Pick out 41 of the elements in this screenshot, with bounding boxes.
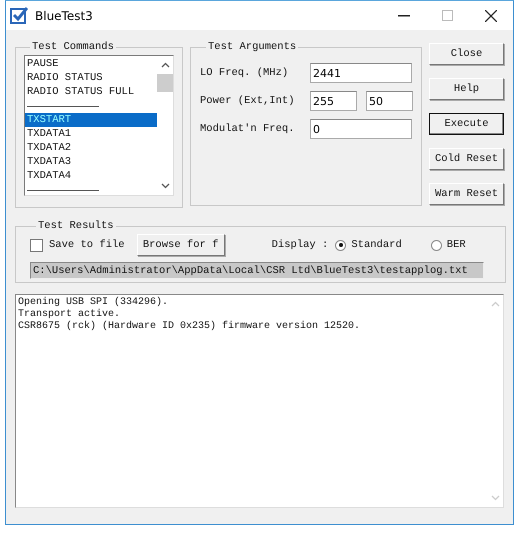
- field-label: Power (Ext,Int): [200, 95, 296, 107]
- checkbox-logo-icon: [10, 6, 28, 24]
- close-icon[interactable]: [485, 10, 497, 22]
- checkbox-label[interactable]: Save to file: [49, 239, 125, 251]
- action-button[interactable]: Cold Reset: [429, 148, 504, 170]
- log-line: CSR8675 (rck) (Hardware ID 0x235) firmware version 12520.: [18, 321, 362, 333]
- action-button[interactable]: Warm Reset: [429, 183, 504, 205]
- group-label: Test Commands: [31, 42, 115, 53]
- minimize-icon[interactable]: [398, 14, 410, 16]
- command-item[interactable]: RADIO STATUS FULL: [25, 85, 157, 99]
- log-path-field: C:\Users\Administrator\AppData\Local\CSR Ltd\BlueTest3\testapplog.txt: [30, 262, 484, 279]
- command-list[interactable]: PAUSE RADIO STATUS RADIO STATUS FULL TXSTART TXDATA1 TXDATA2 TXDATA3 TXDATA4: [24, 55, 174, 196]
- input-field[interactable]: 2441: [310, 63, 412, 83]
- radio-label[interactable]: Standard: [351, 239, 402, 251]
- radio-button[interactable]: [430, 240, 442, 250]
- display-label: Display :: [272, 239, 328, 251]
- input-field[interactable]: 50: [366, 91, 413, 111]
- action-button[interactable]: Execute: [429, 113, 504, 135]
- command-item[interactable]: RADIO STATUS: [25, 71, 157, 85]
- window-title: BlueTest3: [35, 8, 93, 22]
- browse-button[interactable]: Browse for f: [136, 234, 225, 256]
- input-field[interactable]: 255: [310, 91, 357, 111]
- group-label: Test Results: [37, 221, 115, 232]
- radio-label[interactable]: BER: [446, 239, 466, 251]
- checkbox[interactable]: [30, 238, 43, 252]
- radio-button[interactable]: [335, 240, 346, 250]
- command-item[interactable]: TXDATA4: [25, 169, 157, 183]
- command-item[interactable]: PAUSE: [25, 57, 157, 71]
- action-button[interactable]: Help: [429, 78, 504, 100]
- log-line: Transport active.: [18, 309, 122, 320]
- command-item[interactable]: TXDATA1: [25, 127, 157, 141]
- field-label: Modulat'n Freq.: [200, 123, 296, 135]
- command-item[interactable]: TXDATA2: [25, 141, 157, 155]
- command-item[interactable]: TXDATA3: [25, 155, 157, 169]
- log-line: Opening USB SPI (334296).: [18, 297, 170, 308]
- scroll-thumb[interactable]: [157, 74, 173, 92]
- input-field[interactable]: 0: [310, 119, 412, 139]
- field-label: LO Freq. (MHz): [200, 67, 290, 79]
- action-button[interactable]: Close: [429, 43, 504, 65]
- group-label: Test Arguments: [207, 42, 298, 53]
- command-item[interactable]: TXSTART: [25, 113, 157, 127]
